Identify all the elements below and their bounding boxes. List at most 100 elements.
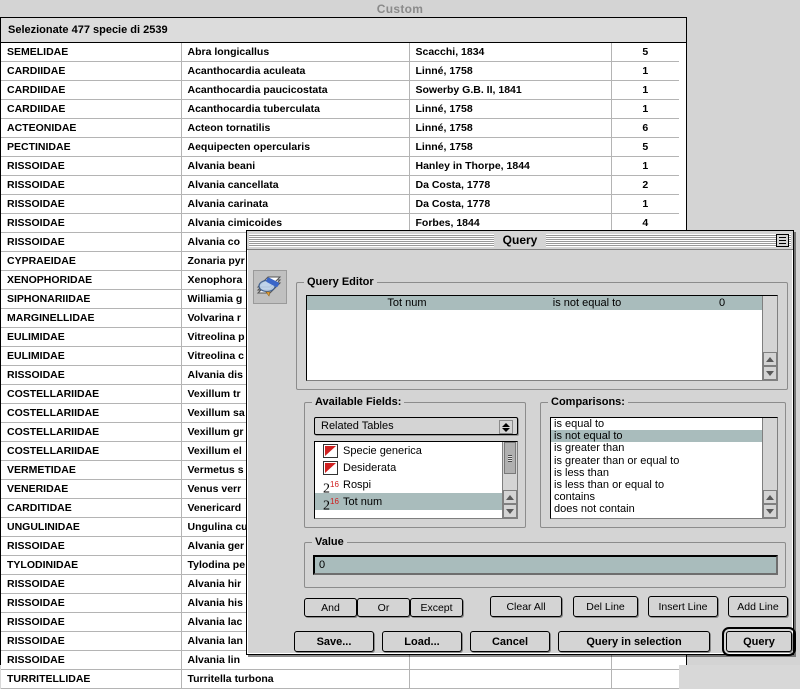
cell-species: Abra longicallus [181, 43, 410, 62]
value-group: Value 0 [304, 536, 786, 588]
comparison-item[interactable]: contains [551, 491, 777, 503]
scrollbar-thumb[interactable] [504, 442, 516, 474]
scroll-up-arrow-icon[interactable] [763, 490, 777, 504]
related-tables-popup-menu[interactable]: Related Tables [314, 417, 518, 435]
query-editor-line[interactable]: Tot num is not equal to 0 [307, 296, 777, 310]
available-fields-items: Specie generica Desiderata 216 Rospi 216 Tot … [315, 442, 517, 513]
and-button[interactable]: And [304, 598, 357, 617]
query-line-field: Tot num [387, 297, 427, 309]
cell-num: 1 [611, 156, 679, 176]
insert-line-button[interactable]: Insert Line [648, 596, 718, 617]
available-fields-list[interactable]: Specie generica Desiderata 216 Rospi 216 Tot … [314, 441, 518, 519]
cell-author: Sowerby G.B. II, 1841 [409, 80, 612, 100]
cell-family: RISSOIDAE [1, 194, 182, 214]
cell-num [611, 669, 679, 689]
available-field-label: Rospi [343, 478, 372, 491]
comparison-item[interactable]: is equal to [551, 418, 777, 430]
clear-all-button[interactable]: Clear All [490, 596, 562, 617]
query-dialog-titlebar[interactable]: Query [247, 231, 793, 250]
cell-species: Turritella turbona [181, 669, 410, 689]
related-tables-popup-label: Related Tables [321, 420, 394, 432]
comparisons-list[interactable]: is equal to is not equal to is greater tha… [550, 417, 778, 519]
cell-family: RISSOIDAE [1, 175, 182, 195]
table-row[interactable]: RISSOIDAE Alvania carinata Da Costa, 1778 1 [1, 194, 679, 214]
cell-family: SEMELIDAE [1, 43, 182, 62]
scroll-down-arrow-icon[interactable] [503, 504, 517, 518]
scroll-up-arrow-icon[interactable] [503, 490, 517, 504]
cell-family: TURRITELLIDAE [1, 669, 182, 689]
cell-family: CYPRAEIDAE [1, 251, 182, 271]
cell-author: Da Costa, 1778 [409, 175, 612, 195]
query-dialog[interactable]: Query Query Editor Tot num is not equal t… [246, 230, 796, 656]
query-editor-group: Query Editor Tot num is not equal to 0 [296, 276, 788, 390]
comparison-item[interactable]: is greater than or equal to [551, 455, 777, 467]
cell-num: 5 [611, 137, 679, 157]
comparison-item[interactable]: is not equal to [551, 430, 777, 443]
query-button[interactable]: Query [726, 631, 792, 652]
comparison-item[interactable]: is less than [551, 467, 777, 479]
or-button[interactable]: Or [357, 598, 410, 617]
cell-num: 1 [611, 194, 679, 214]
query-editor-list[interactable]: Tot num is not equal to 0 [306, 295, 778, 381]
query-in-selection-button[interactable]: Query in selection [558, 631, 710, 652]
table-row[interactable]: TURRITELLIDAE Turritella turbona [1, 669, 679, 689]
comparisons-legend: Comparisons: [548, 396, 628, 408]
comparison-item[interactable]: is greater than [551, 442, 777, 454]
save-button[interactable]: Save... [294, 631, 374, 652]
cell-family: RISSOIDAE [1, 232, 182, 252]
scroll-down-arrow-icon[interactable] [763, 366, 777, 380]
available-field-item[interactable]: Desiderata [315, 459, 517, 476]
cell-species: Acanthocardia tuberculata [181, 99, 410, 119]
cell-family: ACTEONIDAE [1, 118, 182, 138]
query-editor-legend: Query Editor [304, 276, 377, 288]
custom-window-titlebar[interactable]: Custom [0, 0, 800, 17]
cell-family: CARDIIDAE [1, 61, 182, 81]
cell-family: CARDITIDAE [1, 498, 182, 518]
scrollbar-track[interactable] [763, 418, 777, 490]
scroll-up-arrow-icon[interactable] [763, 352, 777, 366]
available-field-label: Desiderata [343, 461, 397, 474]
load-button[interactable]: Load... [382, 631, 462, 652]
query-editor-rows: Tot num is not equal to 0 [307, 296, 777, 310]
add-line-button[interactable]: Add Line [728, 596, 788, 617]
cell-num: 6 [611, 118, 679, 138]
table-row[interactable]: CARDIIDAE Acanthocardia aculeata Linné, 17… [1, 61, 679, 81]
scroll-down-arrow-icon[interactable] [763, 504, 777, 518]
cell-family: RISSOIDAE [1, 650, 182, 670]
windowshade-box[interactable] [776, 234, 789, 247]
cell-species: Alvania beani [181, 156, 410, 176]
available-field-label: Tot num [343, 495, 383, 508]
table-row[interactable]: PECTINIDAE Aequipecten opercularis Linné, … [1, 137, 679, 157]
comparisons-scrollbar[interactable] [762, 418, 777, 518]
picture-field-icon [323, 443, 338, 458]
available-field-item[interactable]: 216 Tot num [315, 493, 517, 513]
comparisons-items: is equal to is not equal to is greater tha… [551, 418, 777, 516]
available-field-item[interactable]: 216 Rospi [315, 476, 517, 496]
table-row[interactable]: ACTEONIDAE Acteon tornatilis Linné, 1758 6 [1, 118, 679, 138]
value-legend: Value [312, 536, 347, 548]
cell-family: RISSOIDAE [1, 156, 182, 176]
scrollbar-track[interactable] [763, 296, 777, 352]
cancel-button[interactable]: Cancel [470, 631, 550, 652]
cell-family: PECTINIDAE [1, 137, 182, 157]
table-row[interactable]: SEMELIDAE Abra longicallus Scacchi, 1834 5 [1, 43, 679, 62]
available-fields-scrollbar[interactable] [502, 442, 517, 518]
cell-author: Linné, 1758 [409, 137, 612, 157]
comparison-item[interactable]: does not contain [551, 503, 777, 515]
cell-family: VERMETIDAE [1, 460, 182, 480]
query-editor-scrollbar[interactable] [762, 296, 777, 380]
cell-family: RISSOIDAE [1, 213, 182, 233]
available-field-item[interactable]: Specie generica [315, 442, 517, 459]
query-line-value: 0 [718, 297, 726, 309]
table-row[interactable]: CARDIIDAE Acanthocardia paucicostata Sower… [1, 80, 679, 100]
value-input[interactable]: 0 [313, 555, 778, 575]
except-button[interactable]: Except [410, 598, 463, 617]
cell-author: Linné, 1758 [409, 99, 612, 119]
table-row[interactable]: RISSOIDAE Alvania beani Hanley in Thorpe, … [1, 156, 679, 176]
del-line-button[interactable]: Del Line [573, 596, 638, 617]
table-row[interactable]: CARDIIDAE Acanthocardia tuberculata Linné,… [1, 99, 679, 119]
scrollbar-grip-icon [508, 455, 512, 462]
table-row[interactable]: RISSOIDAE Alvania cancellata Da Costa, 177… [1, 175, 679, 195]
cell-family: CARDIIDAE [1, 80, 182, 100]
comparison-item[interactable]: is less than or equal to [551, 479, 777, 491]
